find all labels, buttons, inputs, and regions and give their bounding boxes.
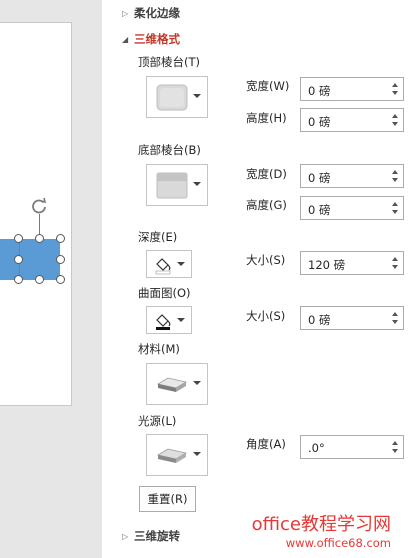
section-soft-edges[interactable]: ▷ 柔化边缘 (122, 5, 180, 21)
rotate-stem (39, 214, 40, 235)
depth-size-label: 大小(S) (246, 253, 286, 267)
lighting-angle-label: 角度(A) (246, 437, 286, 451)
section-title: 三维格式 (134, 32, 180, 46)
section-3d-format[interactable]: ◢ 三维格式 (122, 31, 180, 47)
material-preview-icon (156, 377, 188, 392)
spinner-value: .0° (308, 441, 325, 455)
lighting-dropdown[interactable] (146, 434, 208, 476)
dropdown-arrow-icon (193, 381, 201, 385)
resize-handle-bottom-left[interactable] (14, 275, 23, 284)
expand-triangle-icon: ▷ (122, 8, 129, 18)
contour-size-label: 大小(S) (246, 309, 286, 323)
resize-handle-bottom[interactable] (35, 275, 44, 284)
bottom-bevel-width-spinner[interactable]: 0 磅 (300, 164, 404, 188)
slide-canvas-area (0, 0, 102, 558)
bottom-bevel-label: 底部棱台(B) (138, 143, 201, 157)
resize-handle-top[interactable] (35, 234, 44, 243)
reset-button[interactable]: 重置(R) (139, 486, 196, 512)
spinner-up-icon[interactable] (392, 312, 398, 316)
section-title: 柔化边缘 (134, 6, 180, 20)
spinner-up-icon[interactable] (392, 257, 398, 261)
spinner-up-icon[interactable] (392, 170, 398, 174)
depth-size-spinner[interactable]: 120 磅 (300, 251, 404, 275)
dropdown-arrow-icon (177, 262, 185, 266)
resize-handle-bottom-right[interactable] (56, 275, 65, 284)
spinner-value: 120 磅 (308, 258, 346, 272)
spinner-value: 0 磅 (308, 313, 331, 327)
top-bevel-height-label: 高度(H) (246, 111, 287, 125)
contour-size-spinner[interactable]: 0 磅 (300, 306, 404, 330)
section-title: 三维旋转 (134, 529, 180, 543)
resize-handle-top-left[interactable] (14, 234, 23, 243)
bottom-bevel-width-label: 宽度(D) (246, 167, 287, 181)
resize-handle-left[interactable] (14, 255, 23, 264)
dropdown-arrow-icon (193, 182, 201, 186)
bottom-bevel-height-spinner[interactable]: 0 磅 (300, 196, 404, 220)
spinner-down-icon[interactable] (392, 210, 398, 214)
spinner-down-icon[interactable] (392, 320, 398, 324)
collapse-triangle-icon: ◢ (122, 34, 129, 44)
spinner-up-icon[interactable] (392, 202, 398, 206)
dropdown-arrow-icon (193, 94, 201, 98)
top-bevel-height-spinner[interactable]: 0 磅 (300, 108, 404, 132)
depth-color-dropdown[interactable] (146, 250, 192, 278)
section-3d-rotation[interactable]: ▷ 三维旋转 (122, 528, 180, 544)
contour-color-dropdown[interactable] (146, 306, 192, 334)
spinner-value: 0 磅 (308, 203, 331, 217)
bottom-bevel-height-label: 高度(G) (246, 198, 287, 212)
bevel-preview-icon (156, 172, 188, 199)
top-bevel-width-label: 宽度(W) (246, 79, 290, 93)
watermark-url: www.office68.com (285, 536, 391, 550)
lighting-angle-spinner[interactable]: .0° (300, 435, 404, 459)
spinner-down-icon[interactable] (392, 91, 398, 95)
spinner-down-icon[interactable] (392, 122, 398, 126)
resize-handle-top-right[interactable] (56, 234, 65, 243)
paint-bucket-icon (155, 258, 171, 275)
top-bevel-width-spinner[interactable]: 0 磅 (300, 77, 404, 101)
top-bevel-label: 顶部棱台(T) (138, 55, 200, 69)
lighting-label: 光源(L) (138, 414, 177, 428)
spinner-down-icon[interactable] (392, 265, 398, 269)
top-bevel-dropdown[interactable] (146, 76, 208, 118)
spinner-down-icon[interactable] (392, 178, 398, 182)
resize-handle-right[interactable] (56, 255, 65, 264)
spinner-value: 0 磅 (308, 84, 331, 98)
depth-label: 深度(E) (138, 230, 178, 244)
watermark-title: office教程学习网 (251, 514, 391, 535)
material-dropdown[interactable] (146, 363, 208, 405)
spinner-up-icon[interactable] (392, 114, 398, 118)
bottom-bevel-dropdown[interactable] (146, 164, 208, 206)
paint-bucket-icon (156, 314, 171, 330)
spinner-value: 0 磅 (308, 115, 331, 129)
rotate-icon[interactable] (30, 197, 48, 215)
dropdown-arrow-icon (177, 318, 185, 322)
dropdown-arrow-icon (193, 452, 201, 456)
contour-label: 曲面图(O) (138, 286, 191, 300)
bevel-preview-icon (156, 84, 188, 111)
expand-triangle-icon: ▷ (122, 531, 129, 541)
lighting-preview-icon (156, 448, 188, 463)
format-shape-panel: ▷ 柔化边缘 ◢ 三维格式 顶部棱台(T) 宽度(W) 0 磅 高度(H) 0 … (102, 0, 409, 558)
spinner-up-icon[interactable] (392, 83, 398, 87)
selected-shape[interactable] (0, 239, 60, 280)
spinner-up-icon[interactable] (392, 441, 398, 445)
spinner-value: 0 磅 (308, 171, 331, 185)
spinner-down-icon[interactable] (392, 449, 398, 453)
material-label: 材料(M) (138, 342, 180, 356)
watermark: office教程学习网 www.office68.com (250, 510, 409, 558)
